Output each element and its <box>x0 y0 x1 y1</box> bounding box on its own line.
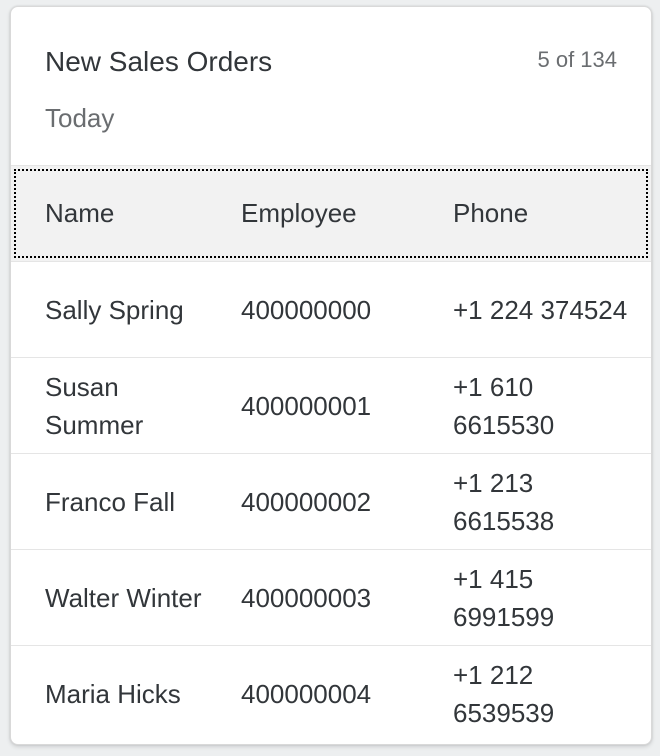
table-row[interactable]: Sally Spring 400000000 +1 224 374524 <box>11 262 651 358</box>
cell-employee: 400000003 <box>241 582 372 613</box>
cell-employee: 400000001 <box>241 390 372 421</box>
column-header-phone: Phone <box>453 198 529 228</box>
cell-phone: +1 213 6615538 <box>453 467 555 536</box>
table-row[interactable]: Franco Fall 400000002 +1 213 6615538 <box>11 454 651 550</box>
cell-phone: +1 224 374524 <box>453 294 628 325</box>
column-header-employee: Employee <box>241 198 357 228</box>
sales-orders-card: New Sales Orders 5 of 134 Today Name Emp… <box>10 6 652 745</box>
card-title: New Sales Orders <box>45 46 273 77</box>
cell-employee: 400000000 <box>241 294 372 325</box>
table-header-row[interactable]: Name Employee Phone <box>11 166 651 262</box>
orders-table: Name Employee Phone Sally Spring 4000000… <box>11 165 651 741</box>
cell-name: Maria Hicks <box>45 678 181 709</box>
cell-phone: +1 212 6539539 <box>453 659 555 728</box>
cell-name: Franco Fall <box>45 486 176 517</box>
table-row[interactable]: Maria Hicks 400000004 +1 212 6539539 <box>11 646 651 741</box>
card-subtitle: Today <box>45 103 115 133</box>
cell-name: Susan Summer <box>45 371 144 440</box>
card-header[interactable]: New Sales Orders 5 of 134 Today <box>11 7 651 165</box>
cell-employee: 400000004 <box>241 678 372 709</box>
column-header-name: Name <box>45 198 115 228</box>
cell-name: Sally Spring <box>45 294 184 325</box>
item-counter: 5 of 134 <box>537 47 617 72</box>
cell-phone: +1 610 6615530 <box>453 371 555 440</box>
cell-employee: 400000002 <box>241 486 372 517</box>
table-row[interactable]: Susan Summer 400000001 +1 610 6615530 <box>11 358 651 454</box>
table-row[interactable]: Walter Winter 400000003 +1 415 6991599 <box>11 550 651 646</box>
cell-name: Walter Winter <box>45 582 202 613</box>
cell-phone: +1 415 6991599 <box>453 563 555 632</box>
